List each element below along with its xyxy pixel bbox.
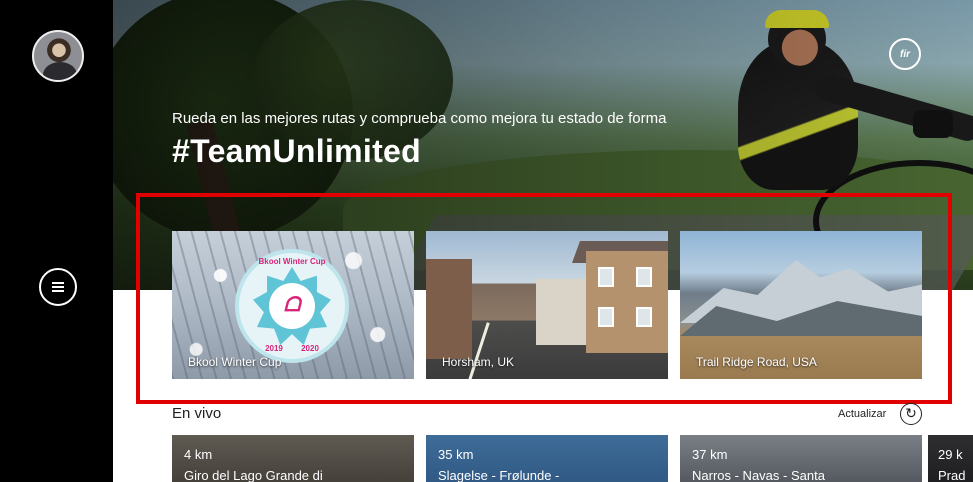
live-ride-distance: 35 km bbox=[438, 447, 474, 462]
badge-years: 2019 2020 bbox=[265, 344, 319, 353]
live-section-title: En vivo bbox=[172, 405, 222, 422]
hamburger-menu-icon[interactable] bbox=[39, 268, 77, 306]
route-card-label: Horsham, UK bbox=[442, 355, 515, 369]
badge-mark: ᗝ bbox=[283, 294, 301, 316]
refresh-link[interactable]: Actualizar bbox=[838, 408, 886, 420]
live-ride-card[interactable]: 29 k Prad bbox=[928, 435, 973, 482]
live-ride-card[interactable]: 35 km Slagelse - Frølunde - bbox=[426, 435, 668, 482]
route-card-bkool-winter-cup[interactable]: Bkool Winter Cup ᗝ 2019 2020 Bkool Winte… bbox=[172, 231, 414, 379]
hero-subtitle: Rueda en las mejores rutas y comprueba c… bbox=[172, 110, 667, 127]
refresh-icon[interactable]: ↻ bbox=[900, 403, 922, 425]
bkool-logo-icon[interactable]: fir bbox=[889, 38, 921, 70]
live-ride-name: Narros - Navas - Santa bbox=[692, 468, 825, 482]
route-card-label: Bkool Winter Cup bbox=[188, 355, 282, 369]
route-card-horsham[interactable]: Horsham, UK bbox=[426, 231, 668, 379]
live-ride-distance: 29 k bbox=[938, 447, 963, 462]
live-ride-name: Prad bbox=[938, 468, 966, 482]
live-ride-card[interactable]: 4 km Giro del Lago Grande di bbox=[172, 435, 414, 482]
live-ride-distance: 4 km bbox=[184, 447, 213, 462]
hero-title: #TeamUnlimited bbox=[172, 133, 421, 169]
user-avatar[interactable] bbox=[32, 30, 84, 82]
live-ride-card[interactable]: 37 km Narros - Navas - Santa bbox=[680, 435, 922, 482]
bkool-logo-text: fir bbox=[900, 48, 910, 60]
route-card-trail-ridge-road[interactable]: Trail Ridge Road, USA bbox=[680, 231, 922, 379]
live-ride-name: Slagelse - Frølunde - bbox=[438, 468, 560, 482]
live-ride-distance: 37 km bbox=[692, 447, 728, 462]
live-ride-name: Giro del Lago Grande di bbox=[184, 468, 323, 482]
left-sidebar bbox=[0, 0, 113, 482]
winter-cup-badge: Bkool Winter Cup ᗝ 2019 2020 bbox=[235, 249, 349, 363]
app-screen: Rueda en las mejores rutas y comprueba c… bbox=[0, 0, 973, 482]
badge-title: Bkool Winter Cup bbox=[258, 257, 326, 266]
route-card-label: Trail Ridge Road, USA bbox=[696, 355, 817, 369]
